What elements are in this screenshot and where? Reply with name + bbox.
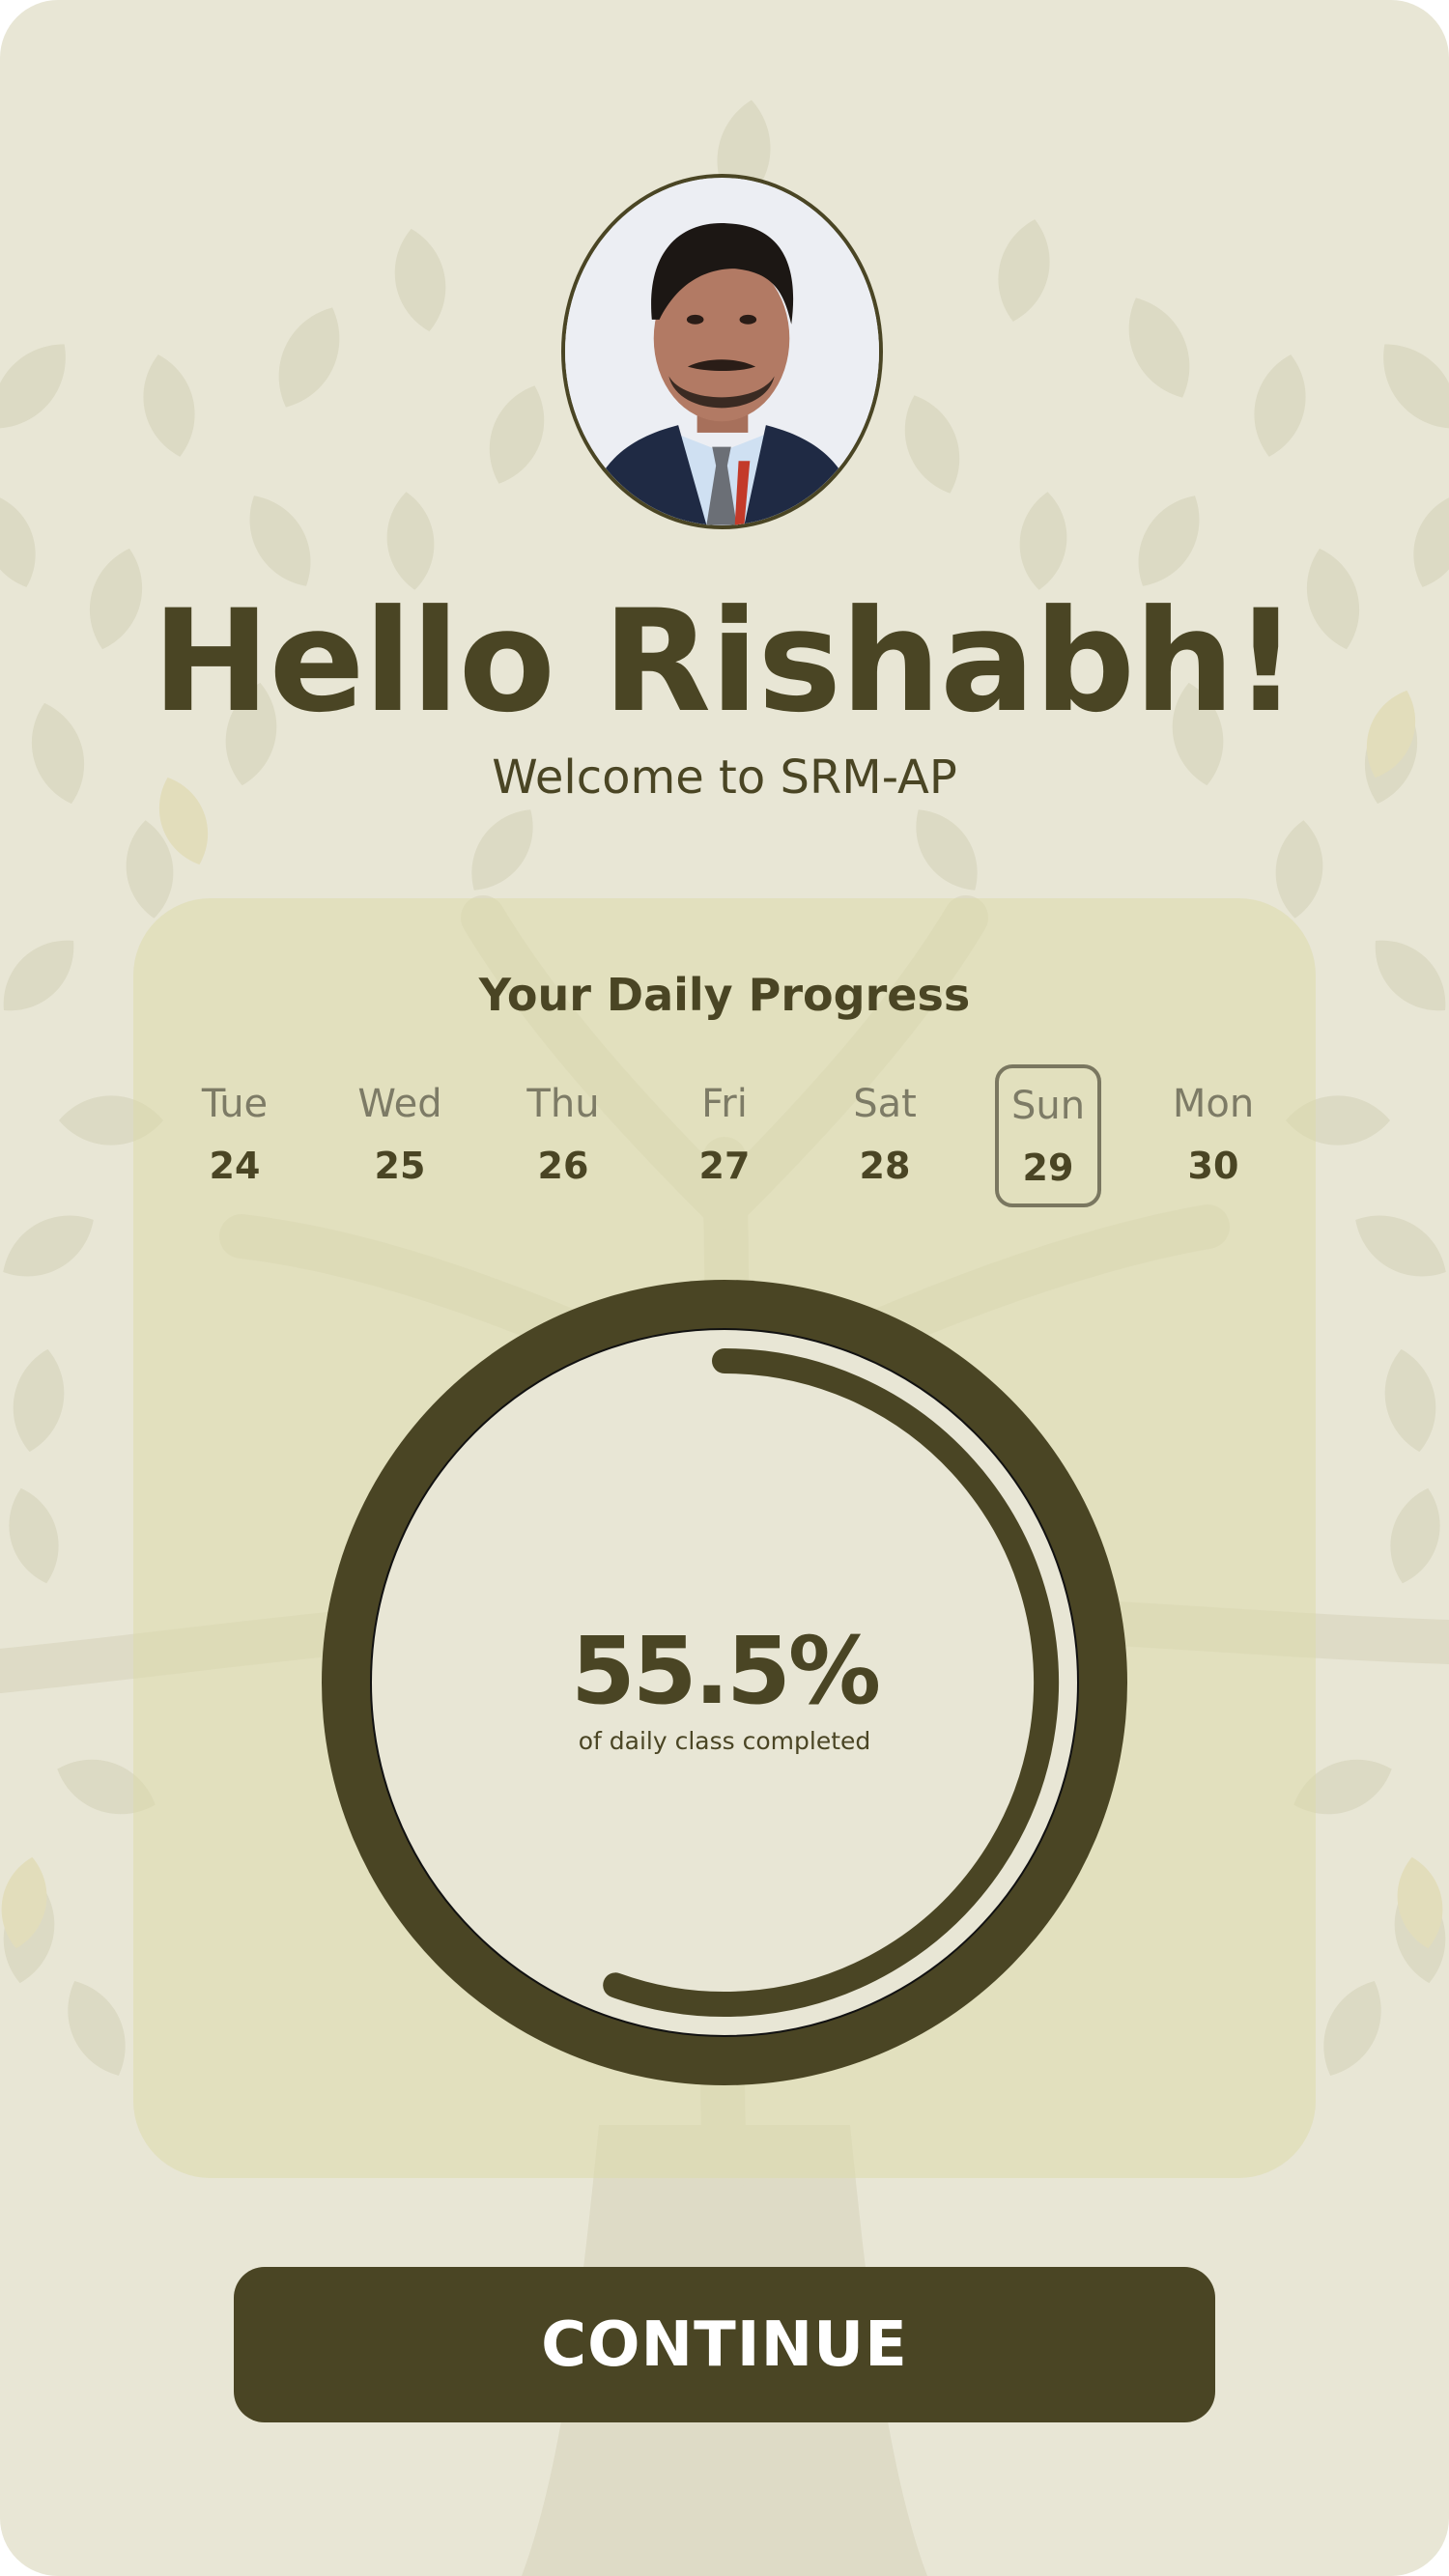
welcome-subtitle: Welcome to SRM-AP	[492, 750, 957, 805]
app-screen: Hello Rishabh! Welcome to SRM-AP Your Da…	[0, 0, 1449, 2576]
day-sat[interactable]: Sat 28	[832, 1062, 938, 1205]
day-thu[interactable]: Thu 26	[510, 1062, 616, 1205]
day-tue[interactable]: Tue 24	[182, 1062, 288, 1205]
day-date: 24	[209, 1145, 261, 1187]
day-date: 29	[1022, 1146, 1074, 1189]
day-name: Sat	[853, 1082, 917, 1126]
day-sun-selected[interactable]: Sun 29	[995, 1064, 1101, 1207]
greeting-heading: Hello Rishabh!	[152, 580, 1297, 744]
continue-button[interactable]: CONTINUE	[234, 2267, 1215, 2422]
day-date: 25	[374, 1145, 426, 1187]
day-name: Mon	[1172, 1082, 1255, 1126]
day-fri[interactable]: Fri 27	[671, 1062, 778, 1205]
day-name: Fri	[701, 1082, 748, 1126]
progress-percent: 55.5%	[570, 1617, 881, 1725]
daily-progress-card: Your Daily Progress Tue 24 Wed 25 Thu 26…	[133, 898, 1316, 2178]
user-photo-icon	[565, 178, 879, 525]
avatar	[561, 174, 883, 529]
day-wed[interactable]: Wed 25	[347, 1062, 453, 1205]
progress-caption: of daily class completed	[578, 1727, 871, 1755]
day-name: Tue	[201, 1082, 269, 1126]
day-date: 27	[698, 1145, 751, 1187]
day-name: Thu	[526, 1082, 600, 1126]
day-date: 30	[1187, 1145, 1239, 1187]
day-mon[interactable]: Mon 30	[1160, 1062, 1266, 1205]
day-name: Sun	[1010, 1084, 1086, 1128]
day-name: Wed	[357, 1082, 442, 1126]
card-title: Your Daily Progress	[478, 969, 971, 1021]
day-date: 26	[537, 1145, 589, 1187]
day-date: 28	[859, 1145, 911, 1187]
